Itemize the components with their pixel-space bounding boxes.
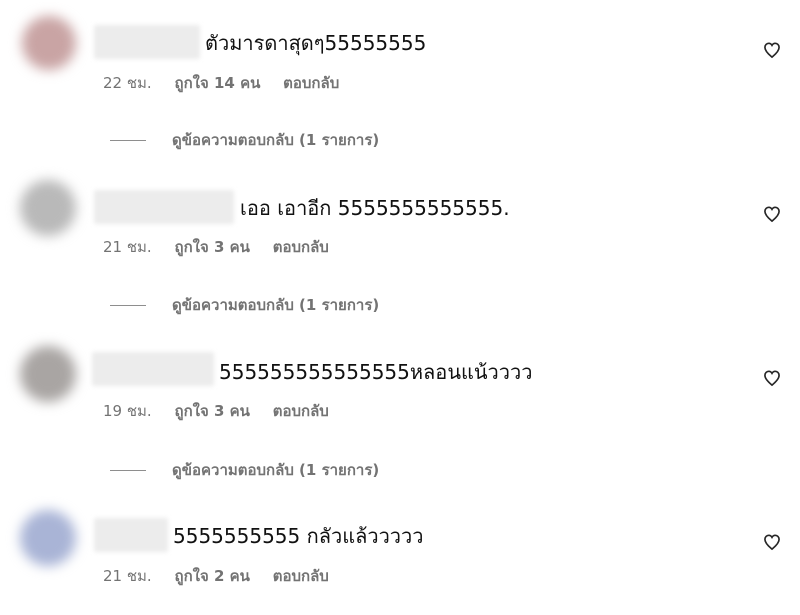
replies-divider (110, 140, 146, 141)
likes-count[interactable]: ถูกใจ 3 คน (174, 401, 249, 421)
reply-button[interactable]: ตอบกลับ (273, 566, 329, 586)
reply-button[interactable]: ตอบกลับ (273, 237, 329, 257)
heart-icon[interactable] (762, 204, 782, 224)
view-replies-label[interactable]: ดูข้อความตอบกลับ (1 รายการ) (172, 460, 379, 480)
timestamp[interactable]: 21 ชม. (103, 237, 152, 257)
comment-meta: 21 ชม. ถูกใจ 2 คน ตอบกลับ (103, 566, 329, 586)
timestamp[interactable]: 21 ชม. (103, 566, 152, 586)
comment-meta: 19 ชม. ถูกใจ 3 คน ตอบกลับ (103, 401, 329, 421)
avatar[interactable] (22, 16, 76, 70)
username-blurred[interactable] (94, 518, 168, 552)
comment-text: ตัวมารดาสุดๆ55555555 (205, 31, 427, 55)
username-blurred[interactable] (94, 25, 200, 59)
comment-meta: 22 ชม. ถูกใจ 14 คน ตอบกลับ (103, 73, 339, 93)
heart-icon[interactable] (762, 368, 782, 388)
reply-button[interactable]: ตอบกลับ (273, 401, 329, 421)
reply-button[interactable]: ตอบกลับ (283, 73, 339, 93)
username-blurred[interactable] (92, 352, 214, 386)
avatar[interactable] (20, 346, 76, 402)
replies-divider (110, 470, 146, 471)
timestamp[interactable]: 19 ชม. (103, 401, 152, 421)
likes-count[interactable]: ถูกใจ 3 คน (174, 237, 249, 257)
comment-text: เออ เอาอีก 5555555555555. (240, 196, 510, 220)
comment-meta: 21 ชม. ถูกใจ 3 คน ตอบกลับ (103, 237, 329, 257)
heart-icon[interactable] (762, 40, 782, 60)
avatar[interactable] (20, 510, 76, 566)
comment-text: 5555555555 กลัวแล้ววววว (173, 524, 424, 548)
likes-count[interactable]: ถูกใจ 2 คน (174, 566, 249, 586)
timestamp[interactable]: 22 ชม. (103, 73, 152, 93)
view-replies-label[interactable]: ดูข้อความตอบกลับ (1 รายการ) (172, 130, 379, 150)
view-replies-label[interactable]: ดูข้อความตอบกลับ (1 รายการ) (172, 295, 379, 315)
replies-divider (110, 305, 146, 306)
likes-count[interactable]: ถูกใจ 14 คน (174, 73, 260, 93)
avatar[interactable] (20, 180, 76, 236)
comment-text: 555555555555555หลอนแน้วววว (219, 360, 533, 384)
heart-icon[interactable] (762, 532, 782, 552)
username-blurred[interactable] (94, 190, 234, 224)
